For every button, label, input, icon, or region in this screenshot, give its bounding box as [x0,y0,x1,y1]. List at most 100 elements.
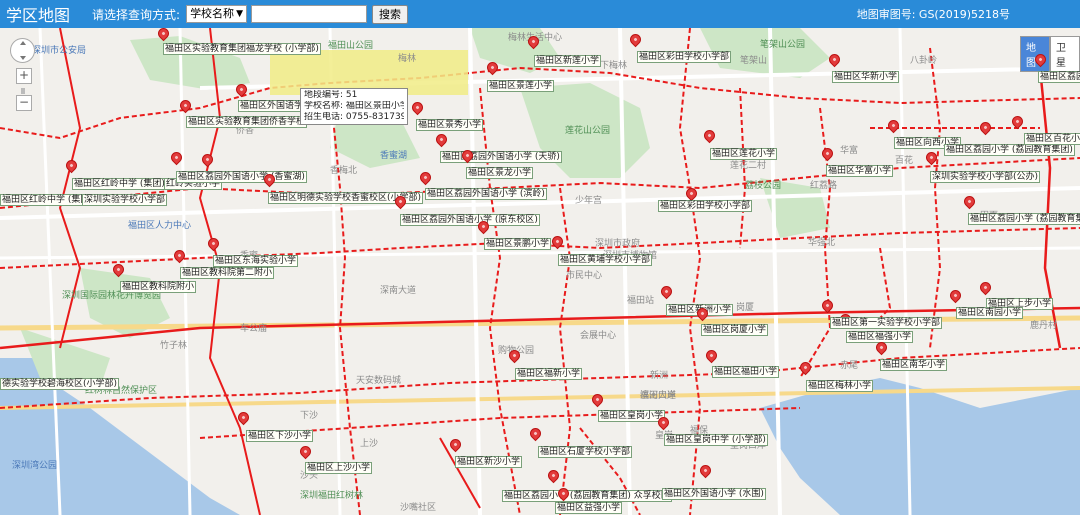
school-label[interactable]: 福田区岗厦小学 [701,324,769,336]
school-marker[interactable] [527,425,544,444]
school-label[interactable]: 福田区景莲小学 [487,80,555,92]
school-marker[interactable] [199,151,216,170]
school-marker[interactable] [525,33,542,52]
school-label[interactable]: 福田区第一实验学校小学部 [830,317,943,329]
school-marker[interactable] [819,145,836,164]
school-label[interactable]: 福田区福新小学 [515,368,583,380]
school-marker[interactable] [701,127,718,146]
school-label[interactable]: 福田区黄埔学校小学部 [558,254,653,266]
school-marker[interactable] [655,414,672,433]
school-label[interactable]: 福田区外国语小学 (水围) [662,488,766,500]
school-label[interactable]: 福田区莲花小学 [710,148,778,160]
school-marker[interactable] [110,261,127,280]
school-label[interactable]: 福田区红岭中学 (集团) [72,178,167,190]
school-marker[interactable] [1032,51,1049,70]
school-marker[interactable] [63,157,80,176]
school-marker[interactable] [233,81,250,100]
school-marker[interactable] [589,391,606,410]
school-label[interactable]: 福田区益强小学 [555,502,623,514]
zoom-out-button[interactable]: − [16,95,32,111]
school-label[interactable]: 福田区梅林小学 [806,380,874,392]
school-marker[interactable] [961,193,978,212]
school-marker[interactable] [235,409,252,428]
district-map[interactable]: 深圳市公安局 福田山公园 梅林生活中心 笔架山公园 香蜜湖 莲花山公园 深圳市政… [0,28,1080,515]
school-marker[interactable] [549,233,566,252]
school-marker[interactable] [797,359,814,378]
school-marker[interactable] [694,305,711,324]
school-label[interactable]: 福田区彩田学校小学部 [637,51,732,63]
school-marker[interactable] [1009,113,1026,132]
school-marker[interactable] [506,347,523,366]
school-marker[interactable] [977,119,994,138]
school-label[interactable]: 福田区景鹏小学 [484,238,552,250]
school-marker[interactable] [447,436,464,455]
school-label[interactable]: 福田区实验教育集团侨香学校 [186,116,308,128]
school-marker[interactable] [409,99,426,118]
pan-control[interactable] [10,38,35,63]
school-label[interactable]: 福田区实验教育集团福龙学校 (小学部) [163,43,321,55]
school-label[interactable]: 福田区景秀小学 [416,119,484,131]
school-marker[interactable] [155,28,172,44]
school-label[interactable]: 福田区福田小学 [712,366,780,378]
school-label[interactable]: 福田区皇岗中学 (小学部) [664,434,768,446]
school-marker[interactable] [205,235,222,254]
school-marker[interactable] [697,462,714,481]
school-label[interactable]: 福田区石厦学校小学部 [538,446,633,458]
school-label[interactable]: 福田区荔园外国语小学 (原东校区) [400,214,540,226]
school-label[interactable]: 福田区皇岗小学 [598,410,666,422]
school-marker[interactable] [947,287,964,306]
school-label[interactable]: 福田区东海实验小学 [213,255,299,267]
school-marker[interactable] [261,171,278,190]
school-label[interactable]: 福田区彩田学校小学部 [658,200,753,212]
school-marker[interactable] [873,339,890,358]
school-marker[interactable] [475,218,492,237]
school-marker[interactable] [627,31,644,50]
school-label[interactable]: 福田区荔园小学 (荔园教育集团) [944,144,1075,156]
school-label[interactable]: 福田区教科院附小 [120,281,197,293]
school-label[interactable]: 福田区华富小学 [826,165,894,177]
map-type-satellite[interactable]: 卫星 [1050,36,1080,72]
school-marker[interactable] [923,149,940,168]
school-marker[interactable] [703,347,720,366]
school-label[interactable]: 德实验学校碧海校区(小学部) [0,378,120,390]
school-marker[interactable] [826,51,843,70]
school-label[interactable]: 福田区红岭中学 (集团) [0,194,95,206]
school-label[interactable]: 福田区百花小学 [1024,133,1080,145]
zoom-in-button[interactable]: + [16,68,32,84]
school-marker[interactable] [417,169,434,188]
school-marker[interactable] [545,467,562,486]
school-label[interactable]: 深圳实验学校小学部 [82,194,168,206]
school-marker[interactable] [171,247,188,266]
school-label[interactable]: 福田区荔园外国语小学 (天骄) [440,151,562,163]
school-label[interactable]: 福田区荔园 [1038,71,1080,83]
school-label[interactable]: 福田区荔园外国语小学 (滨岭) [425,188,547,200]
school-marker[interactable] [658,283,675,302]
school-label[interactable]: 福田区华新小学 [832,71,900,83]
school-marker[interactable] [484,59,501,78]
school-label[interactable]: 福田区景龙小学 [466,167,534,179]
school-marker[interactable] [168,149,185,168]
school-label[interactable]: 福田区荔园小学 (荔园教育集团) 众孚校区 [502,490,672,502]
search-input[interactable] [250,5,367,23]
school-label[interactable]: 福田区荔园外国语小学 (香蜜湖) [176,171,307,183]
school-label[interactable]: 福田区南园小学 [956,307,1024,319]
school-label[interactable]: 福田区下沙小学 [246,430,314,442]
school-label[interactable]: 深圳实验学校小学部(公办) [930,171,1041,183]
school-label[interactable]: 福田区上沙小学 [305,462,373,474]
school-marker[interactable] [885,117,902,136]
school-label[interactable]: 福田区新沙小学 [455,456,523,468]
school-marker[interactable] [819,297,836,316]
school-marker[interactable] [459,147,476,166]
school-label[interactable]: 福田区荔园小学 (荔园教育集团) [968,213,1080,225]
zoom-slider[interactable] [21,88,25,94]
school-label[interactable]: 福田区南华小学 [880,359,948,371]
school-label[interactable]: 福田区教科院第二附小 [180,267,275,279]
school-label[interactable]: 福田区新莲小学 [534,55,602,67]
school-marker[interactable] [433,131,450,150]
school-marker[interactable] [977,279,994,298]
search-button[interactable]: 搜索 [371,4,408,24]
school-marker[interactable] [177,97,194,116]
school-marker[interactable] [297,443,314,462]
query-type-select[interactable]: 学校名称 ▼ [186,5,247,23]
school-marker[interactable] [392,193,409,212]
